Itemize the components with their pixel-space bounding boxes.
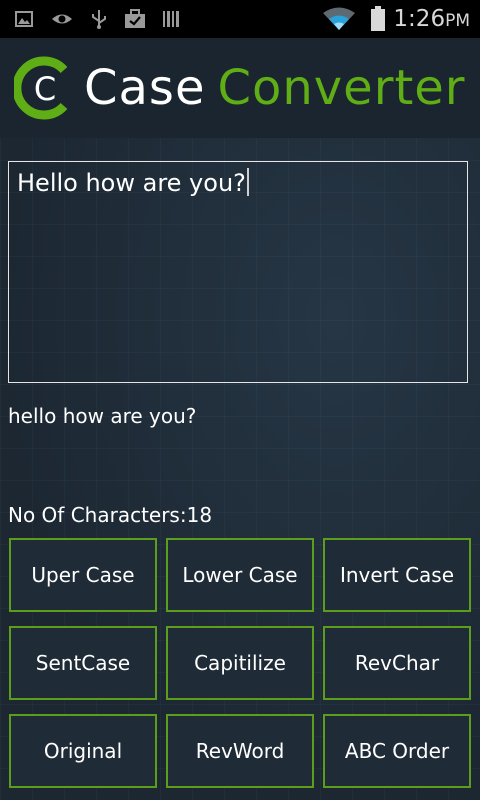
app-title: Case Converter: [84, 60, 466, 116]
text-input[interactable]: Hello how are you?: [8, 161, 468, 383]
eye-icon: [52, 14, 72, 24]
title-word-case: Case: [84, 60, 206, 116]
app-header: C Case Converter: [0, 38, 480, 138]
uper-case-button[interactable]: Uper Case: [9, 538, 157, 612]
converted-output: hello how are you?: [8, 404, 197, 428]
original-button[interactable]: Original: [9, 714, 157, 788]
image-icon: [15, 11, 33, 27]
barcode-icon: [163, 11, 179, 27]
briefcase-check-icon: [125, 9, 145, 28]
logo-letter: C: [34, 70, 56, 108]
app-logo-icon: C: [14, 56, 68, 120]
revword-button[interactable]: RevWord: [166, 714, 314, 788]
capitilize-button[interactable]: Capitilize: [166, 626, 314, 700]
usb-icon: [92, 10, 106, 29]
abc-order-button[interactable]: ABC Order: [323, 714, 471, 788]
battery-icon: [371, 6, 385, 31]
title-word-converter: Converter: [217, 60, 466, 116]
sentcase-button[interactable]: SentCase: [9, 626, 157, 700]
revchar-button[interactable]: RevChar: [323, 626, 471, 700]
invert-case-button[interactable]: Invert Case: [323, 538, 471, 612]
wifi-icon: [323, 7, 355, 30]
clock: 1:26PM: [393, 6, 470, 32]
text-cursor: [246, 168, 249, 196]
input-value: Hello how are you?: [17, 169, 246, 197]
status-bar: 1:26PM: [0, 0, 480, 38]
character-count: No Of Characters:18: [8, 503, 213, 527]
lower-case-button[interactable]: Lower Case: [166, 538, 314, 612]
